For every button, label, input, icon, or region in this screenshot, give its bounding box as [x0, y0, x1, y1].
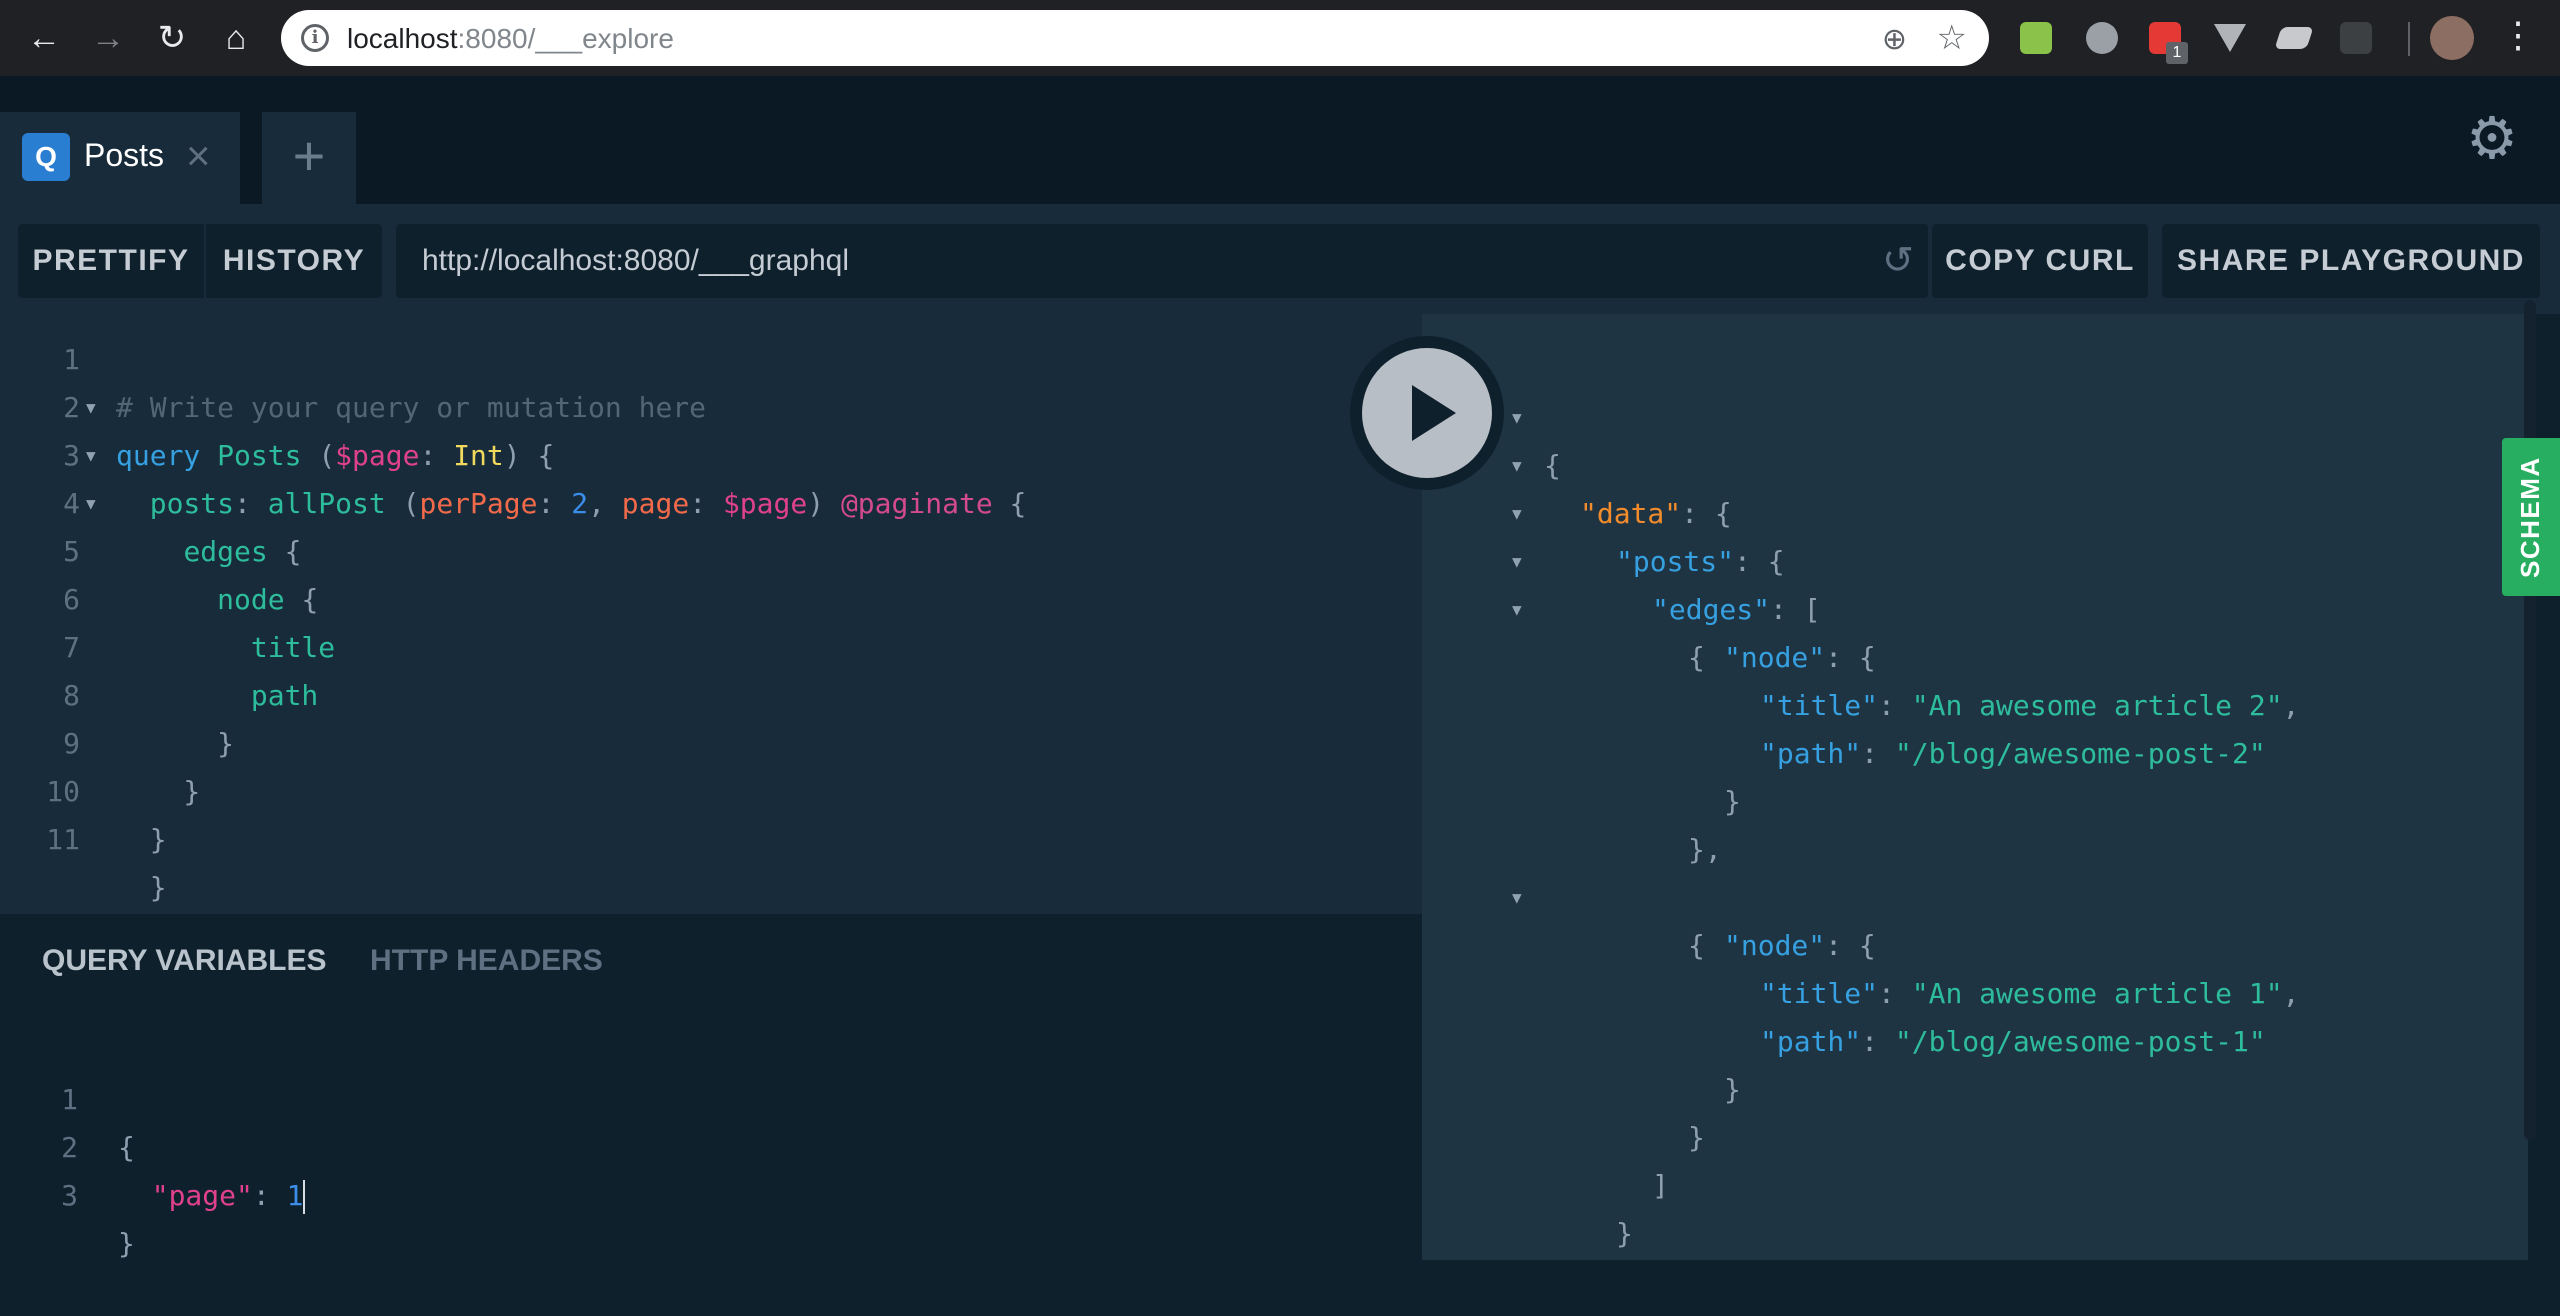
schema-tab[interactable]: SCHEMA: [2502, 438, 2560, 596]
result-line: "node": {: [1724, 929, 1876, 962]
zoom-icon[interactable]: ⊕: [1882, 22, 1907, 57]
endpoint-input[interactable]: http://localhost:8080/___graphql: [422, 244, 849, 278]
bookmark-star-icon[interactable]: ☆: [1937, 18, 1967, 58]
reload-icon[interactable]: ↻: [148, 14, 196, 62]
tab-posts[interactable]: Q Posts ×: [0, 112, 240, 204]
result-line: "node": {: [1724, 641, 1876, 674]
result-line: ▼ "data": {: [1422, 394, 2528, 530]
schema-label: SCHEMA: [2515, 456, 2545, 578]
result-line: ▼ {: [1422, 538, 2528, 674]
info-icon[interactable]: i: [301, 24, 329, 52]
tab-label: Posts: [84, 137, 165, 173]
execute-query-button[interactable]: [1362, 348, 1492, 478]
editor-line: 4 ▼ edges {: [0, 432, 1422, 568]
play-icon: [1412, 385, 1456, 441]
more-menu-icon[interactable]: ⋮: [2500, 14, 2536, 56]
editor-line: 8 }: [63, 679, 235, 760]
result-line: "title": "An awesome article 1",: [1760, 977, 2300, 1010]
editor-line: 6 title: [63, 583, 336, 664]
editor-line: 7 path: [63, 631, 319, 712]
tab-strip: Q Posts × + ⚙: [0, 76, 2560, 204]
result-line: ▼ "edges": [: [1422, 490, 2528, 626]
editor-line: 1 # Write your query or mutation here: [0, 314, 1422, 424]
editor-line: 10 }: [46, 775, 167, 856]
result-line: }: [1422, 1210, 2528, 1258]
result-scrollbar[interactable]: [2524, 300, 2536, 1140]
variables-line: 2 "page": 1: [61, 1131, 306, 1214]
result-line: ]: [1652, 1169, 1669, 1202]
layers-extension-icon[interactable]: [2340, 22, 2372, 54]
close-icon[interactable]: ×: [186, 132, 211, 180]
browser-toolbar: ← → ↻ ⌂ i localhost:8080/___explore ⊕ ☆ …: [0, 0, 2560, 76]
result-line: }: [1688, 1121, 1705, 1154]
back-arrow-icon[interactable]: ←: [20, 14, 68, 62]
prettify-button[interactable]: PRETTIFY: [18, 224, 204, 298]
editor-line: 2 ▼ query Posts ($page: Int) {: [0, 336, 1422, 472]
variables-line: 1 {: [61, 1083, 135, 1164]
result-line: }: [1724, 785, 1741, 818]
add-tab-icon[interactable]: +: [262, 112, 356, 204]
result-line: ▼ {: [1422, 826, 2528, 962]
query-variables-panel: QUERY VARIABLES HTTP HEADERS 1 { 2 "page…: [0, 914, 1422, 1274]
profile-avatar[interactable]: [2430, 16, 2474, 60]
result-line: }: [1616, 1217, 1633, 1250]
forward-arrow-icon[interactable]: →: [84, 14, 132, 62]
extension-badge: 1: [2166, 42, 2188, 64]
query-editor[interactable]: 1 # Write your query or mutation here 2 ▼…: [0, 314, 1422, 914]
text-cursor: [303, 1180, 306, 1214]
tab-http-headers[interactable]: HTTP HEADERS: [370, 944, 603, 978]
editor-line: 9 }: [63, 727, 201, 808]
url-text[interactable]: localhost:8080/___explore: [347, 23, 674, 55]
panel-footer: [1422, 1260, 2560, 1274]
result-line: ▼ {: [1422, 346, 2528, 482]
query-badge: Q: [22, 133, 70, 181]
result-line: },: [1688, 833, 1722, 866]
toolbar-divider: [2408, 22, 2410, 56]
extension-icon[interactable]: [2274, 27, 2314, 49]
editor-line: 5 node {: [63, 535, 319, 616]
result-line: "title": "An awesome article 2",: [1760, 689, 2300, 722]
home-icon[interactable]: ⌂: [212, 14, 260, 62]
endpoint-field[interactable]: http://localhost:8080/___graphql ↺: [396, 224, 1928, 298]
playground-toolbar: PRETTIFY HISTORY http://localhost:8080/_…: [0, 204, 2560, 314]
reload-schema-icon[interactable]: ↺: [1882, 238, 1914, 283]
copy-curl-button[interactable]: COPY CURL: [1932, 224, 2148, 298]
result-line: }: [1724, 1073, 1741, 1106]
variables-line: 3 }: [61, 1179, 135, 1260]
result-line: "path": "/blog/awesome-post-1": [1760, 1025, 2266, 1058]
result-line: ▼ "posts": {: [1422, 442, 2528, 578]
tab-query-variables[interactable]: QUERY VARIABLES: [42, 944, 327, 978]
power-extension-icon[interactable]: [2086, 22, 2118, 54]
editor-line: 11 }: [46, 823, 167, 904]
address-bar[interactable]: i localhost:8080/___explore ⊕ ☆: [281, 10, 1989, 66]
editor-line: 3 ▼ posts: allPost (perPage: 2, page: $pa…: [0, 384, 1422, 520]
history-button[interactable]: HISTORY: [206, 224, 382, 298]
result-line: "path": "/blog/awesome-post-2": [1760, 737, 2266, 770]
vue-devtools-icon[interactable]: [2214, 24, 2246, 52]
result-viewer: ▼ { ▼ "data": { ▼ "posts": { ▼ "edges": …: [1422, 314, 2528, 1260]
share-playground-button[interactable]: SHARE PLAYGROUND: [2162, 224, 2540, 298]
extension-icon[interactable]: [2020, 22, 2052, 54]
gear-icon[interactable]: ⚙: [2466, 110, 2518, 168]
